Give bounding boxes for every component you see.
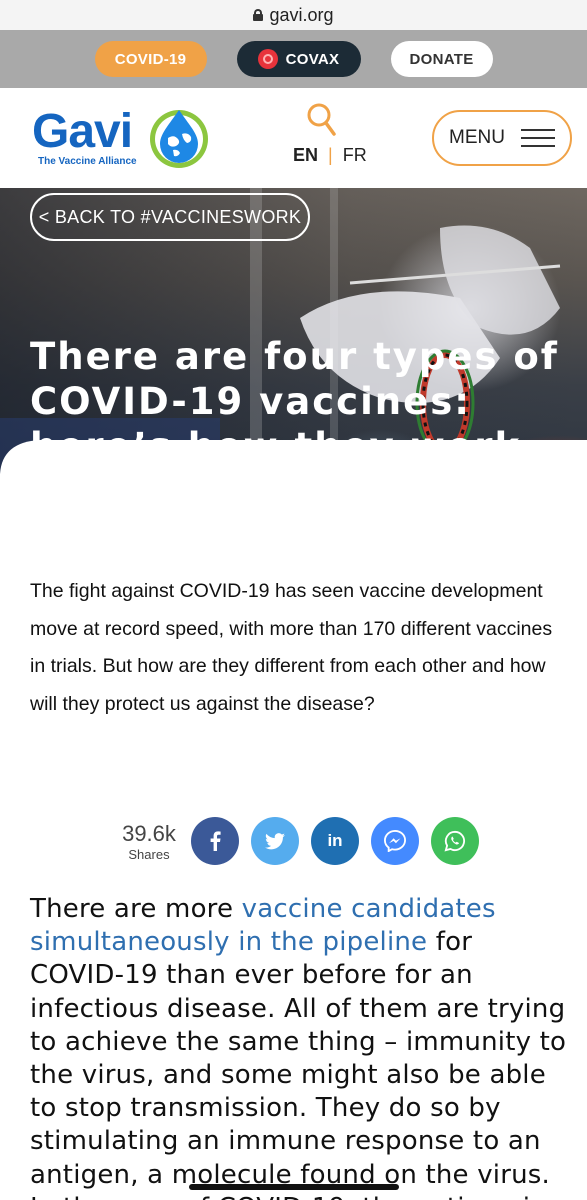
home-indicator[interactable] [189,1184,399,1190]
covid19-button[interactable]: COVID-19 [94,41,207,77]
hero-curve-divider [0,440,587,493]
twitter-share-button[interactable] [251,817,299,865]
logo-tagline: The Vaccine Alliance [38,156,137,167]
twitter-icon [265,832,285,849]
share-count: 39.6k Shares [118,821,180,862]
article-body-paragraph: There are more vaccine candidates simult… [30,893,570,1200]
linkedin-icon: in [327,831,343,850]
lock-icon [253,9,264,21]
article-intro: The fight against COVID-19 has seen vacc… [30,580,553,715]
menu-label: MENU [449,127,505,148]
covax-logo-icon [257,49,278,69]
back-to-vaccineswork-button[interactable]: < BACK TO #VACCINESWORK [30,193,310,241]
share-bar: 39.6k Shares in [0,817,587,867]
gavi-logo[interactable]: Gavi The Vaccine Alliance [32,104,217,174]
donate-button[interactable]: DONATE [390,41,493,77]
facebook-icon [210,831,221,851]
lang-en-link[interactable]: EN [293,145,318,166]
covax-label: COVAX [285,50,340,68]
utility-bar: COVID-19 COVAX DONATE [0,30,587,88]
body-text-start: There are more [30,894,242,924]
globe-drop-icon [150,110,208,168]
lang-separator: | [328,145,333,165]
share-count-label: Shares [128,847,170,862]
messenger-icon [384,830,406,852]
search-icon[interactable] [305,102,337,138]
lang-fr-link[interactable]: FR [343,145,367,166]
covax-button[interactable]: COVAX [236,41,361,77]
messenger-share-button[interactable] [371,817,419,865]
browser-url-bar[interactable]: gavi.org [0,0,587,30]
facebook-share-button[interactable] [191,817,239,865]
logo-wordmark: Gavi [32,105,133,158]
hamburger-icon [520,129,555,147]
url-domain: gavi.org [269,4,334,25]
menu-button[interactable]: MENU [432,110,572,166]
body-text-rest: for COVID-19 than ever before for an inf… [30,927,567,1200]
whatsapp-share-button[interactable] [431,817,479,865]
site-header: Gavi The Vaccine Alliance EN | FR MENU [0,88,587,188]
share-count-number: 39.6k [122,821,176,846]
language-switcher: EN | FR [293,145,367,166]
whatsapp-icon [444,830,466,852]
hero-banner: < BACK TO #VACCINESWORK There are four t… [0,188,587,493]
linkedin-share-button[interactable]: in [311,817,359,865]
